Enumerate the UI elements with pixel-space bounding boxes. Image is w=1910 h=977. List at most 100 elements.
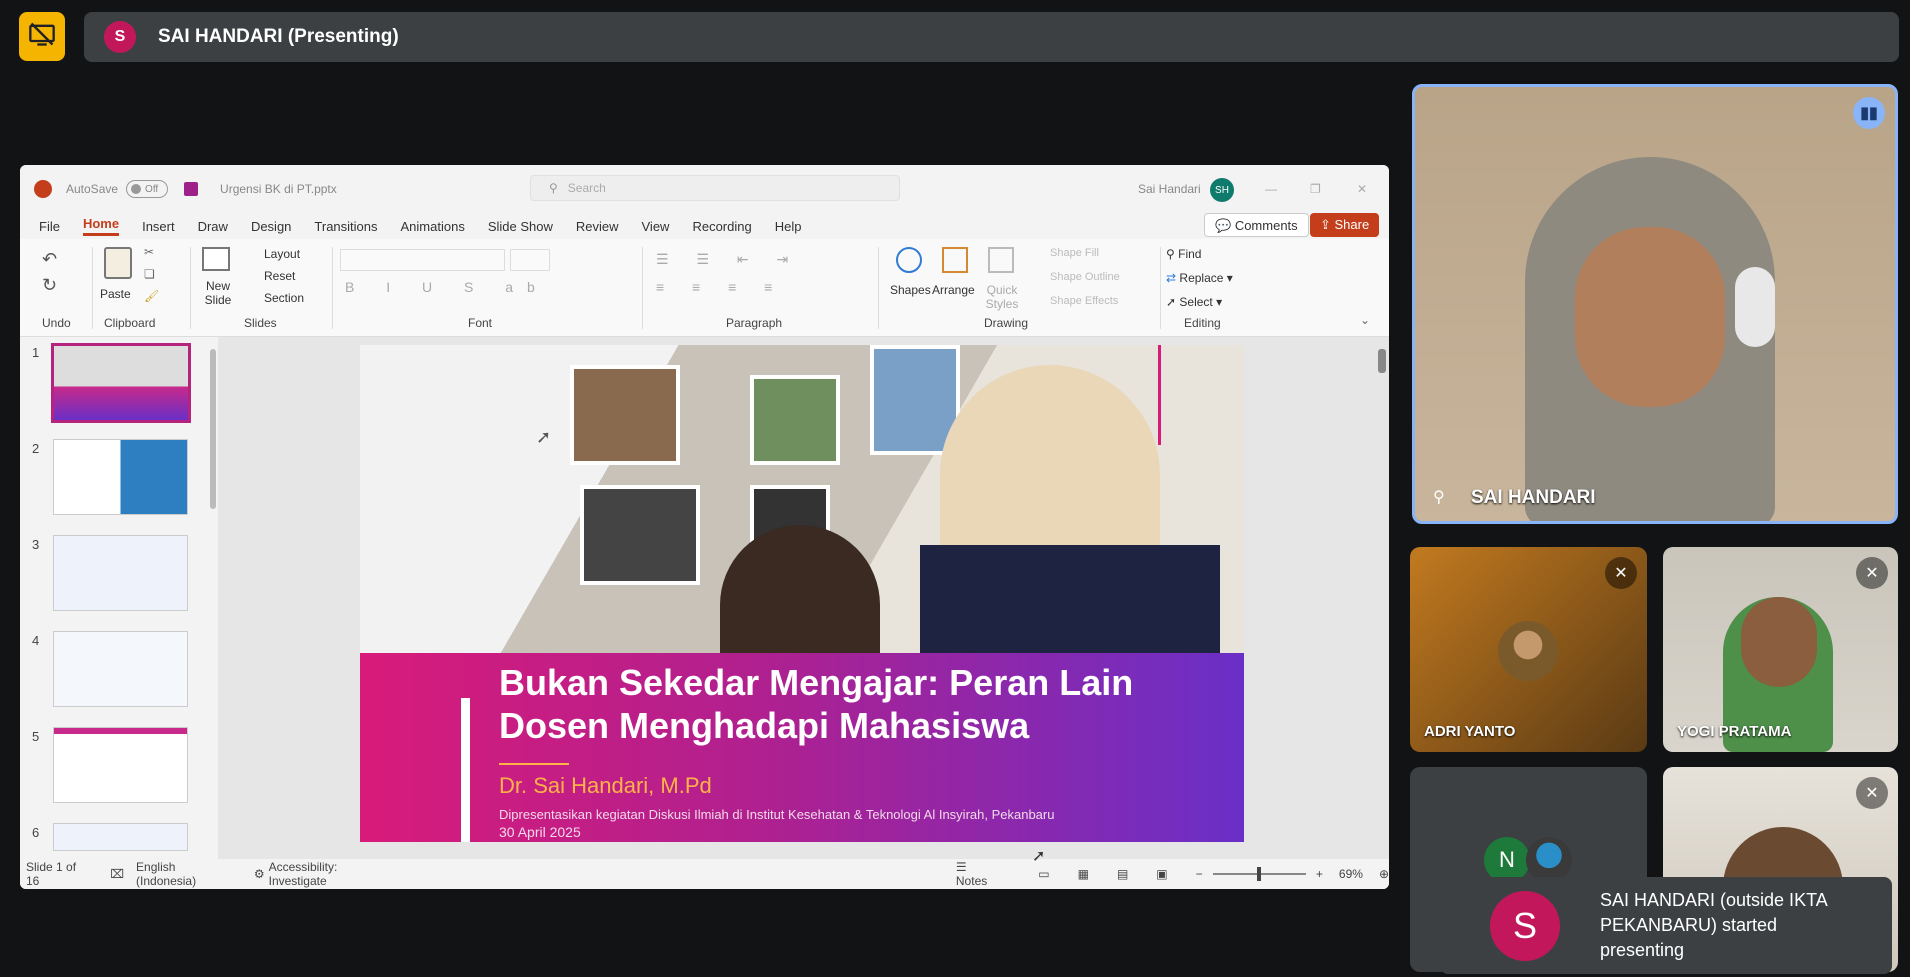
- shape-outline-button[interactable]: Shape Outline: [1050, 271, 1120, 283]
- slide-thumb-4[interactable]: [53, 631, 188, 707]
- avatar: S: [1490, 890, 1560, 961]
- undo-icon[interactable]: ↶: [42, 249, 57, 270]
- select-button[interactable]: ➚ Select ▾: [1166, 295, 1222, 309]
- new-slide-button[interactable]: New Slide: [200, 279, 236, 307]
- thumb-number: 6: [32, 825, 40, 840]
- share-button[interactable]: ⇪ Share: [1310, 213, 1380, 237]
- search-box[interactable]: ⚲ Search: [530, 175, 900, 201]
- reading-view-icon[interactable]: ▤: [1117, 867, 1128, 881]
- redo-icon[interactable]: ↻: [42, 275, 57, 296]
- avatar: [1498, 621, 1558, 681]
- shape-fill-button[interactable]: Shape Fill: [1050, 247, 1099, 259]
- group-editing-label: Editing: [1184, 316, 1221, 330]
- autosave-label: AutoSave: [66, 182, 119, 196]
- slide-thumb-3[interactable]: [53, 535, 188, 611]
- fit-slide-icon[interactable]: ⊕: [1379, 867, 1389, 881]
- new-slide-icon[interactable]: [202, 247, 230, 271]
- section-button[interactable]: Section: [264, 291, 304, 305]
- slide-author: Dr. Sai Handari, M.Pd: [499, 773, 712, 798]
- accessibility-icon: ⚙: [253, 867, 265, 881]
- cut-icon[interactable]: ✂: [144, 245, 154, 259]
- tab-animations[interactable]: Animations: [401, 219, 465, 234]
- shape-effects-button[interactable]: Shape Effects: [1050, 295, 1118, 307]
- tab-review[interactable]: Review: [576, 219, 619, 234]
- font-size-field[interactable]: [510, 249, 550, 271]
- shapes-button[interactable]: Shapes: [890, 283, 931, 297]
- face: [1741, 597, 1817, 687]
- language[interactable]: English (Indonesia): [136, 860, 232, 888]
- accessibility-status[interactable]: Accessibility: Investigate: [269, 860, 390, 888]
- autosave-toggle[interactable]: Off: [126, 180, 169, 198]
- font-formatting-buttons[interactable]: B I U S ab: [345, 279, 549, 295]
- copy-icon[interactable]: ❏: [144, 267, 155, 281]
- shapes-icon[interactable]: [896, 247, 922, 273]
- tab-transitions[interactable]: Transitions: [314, 219, 377, 234]
- font-name-field[interactable]: [340, 249, 505, 271]
- zoom-level[interactable]: 69%: [1339, 867, 1363, 881]
- user-avatar[interactable]: SH: [1210, 178, 1234, 202]
- quick-styles-icon[interactable]: [988, 247, 1014, 273]
- slide-thumb-1[interactable]: [51, 343, 191, 423]
- headphones: [1735, 267, 1775, 347]
- thumb-number: 4: [32, 633, 40, 648]
- thumb-number: 5: [32, 729, 40, 744]
- slide-thumb-6[interactable]: [53, 823, 188, 851]
- zoom-in-icon[interactable]: +: [1316, 867, 1323, 881]
- tab-file[interactable]: File: [39, 219, 60, 234]
- slide-thumb-2[interactable]: [53, 439, 188, 515]
- tab-slide-show[interactable]: Slide Show: [488, 219, 553, 234]
- current-slide[interactable]: Bukan Sekedar Mengajar: Peran Lain Dosen…: [360, 345, 1244, 842]
- tab-recording[interactable]: Recording: [692, 219, 751, 234]
- minimize-icon[interactable]: —: [1265, 182, 1277, 196]
- slide-thumb-5[interactable]: [53, 727, 188, 803]
- participant-name: YOGI PRATAMA: [1677, 723, 1792, 740]
- mic-off-icon: ✕: [1856, 777, 1888, 809]
- thumb-number: 2: [32, 441, 40, 456]
- participant-tile-yogi[interactable]: ✕ YOGI PRATAMA: [1663, 547, 1898, 752]
- normal-view-icon[interactable]: ▭: [1038, 867, 1049, 881]
- arrange-icon[interactable]: [942, 247, 968, 273]
- collapse-ribbon-icon[interactable]: ⌄: [1360, 313, 1370, 327]
- slideshow-icon[interactable]: ▣: [1156, 867, 1167, 881]
- pin-icon[interactable]: ⚲: [1433, 487, 1445, 507]
- tab-help[interactable]: Help: [775, 219, 802, 234]
- tab-insert[interactable]: Insert: [142, 219, 175, 234]
- replace-button[interactable]: ⇄ Replace ▾: [1166, 271, 1233, 285]
- paragraph-buttons[interactable]: ☰ ☰ ⇤ ⇥: [656, 251, 800, 268]
- slide-title: Bukan Sekedar Mengajar: Peran Lain Dosen…: [499, 662, 1134, 746]
- presenting-title: SAI HANDARI (Presenting): [158, 26, 399, 47]
- filename[interactable]: Urgensi BK di PT.pptx: [220, 182, 337, 196]
- group-undo-label: Undo: [42, 316, 71, 330]
- find-button[interactable]: ⚲ Find: [1166, 247, 1201, 261]
- zoom-slider[interactable]: [1212, 867, 1306, 881]
- paste-button[interactable]: Paste: [100, 287, 131, 301]
- participant-tile-adri[interactable]: ✕ ADRI YANTO: [1410, 547, 1647, 752]
- tab-design[interactable]: Design: [251, 219, 291, 234]
- quick-styles-button[interactable]: Quick Styles: [984, 283, 1020, 311]
- close-icon[interactable]: ✕: [1357, 182, 1367, 196]
- face: [1575, 227, 1725, 407]
- tab-home[interactable]: Home: [82, 216, 120, 236]
- layout-button[interactable]: Layout: [264, 247, 300, 261]
- participant-name: ADRI YANTO: [1424, 723, 1516, 740]
- zoom-out-icon[interactable]: −: [1196, 867, 1203, 881]
- save-icon[interactable]: [184, 182, 199, 196]
- participant-name: SAI HANDARI: [1471, 487, 1596, 508]
- spelling-icon[interactable]: ⌧: [110, 867, 124, 881]
- comments-button[interactable]: 💬 Comments: [1204, 213, 1309, 237]
- tab-view[interactable]: View: [642, 219, 670, 234]
- tab-draw[interactable]: Draw: [198, 219, 228, 234]
- format-painter-icon[interactable]: 🖌: [144, 289, 159, 303]
- notes-button[interactable]: ☰ Notes: [956, 860, 998, 888]
- alignment-buttons[interactable]: ≡ ≡ ≡ ≡: [656, 279, 784, 295]
- paste-icon[interactable]: [104, 247, 132, 279]
- participant-tile-presenter[interactable]: ▮▮ ⚲ SAI HANDARI: [1412, 84, 1898, 524]
- reset-button[interactable]: Reset: [264, 269, 295, 283]
- stop-presenting-button[interactable]: [19, 12, 65, 61]
- search-input[interactable]: Search: [568, 181, 606, 195]
- thumbnail-scrollbar[interactable]: [210, 349, 216, 509]
- slide-sorter-icon[interactable]: ▦: [1078, 867, 1089, 881]
- slide-scrollbar[interactable]: [1378, 349, 1386, 373]
- arrange-button[interactable]: Arrange: [932, 283, 975, 297]
- maximize-icon[interactable]: ❐: [1310, 182, 1321, 196]
